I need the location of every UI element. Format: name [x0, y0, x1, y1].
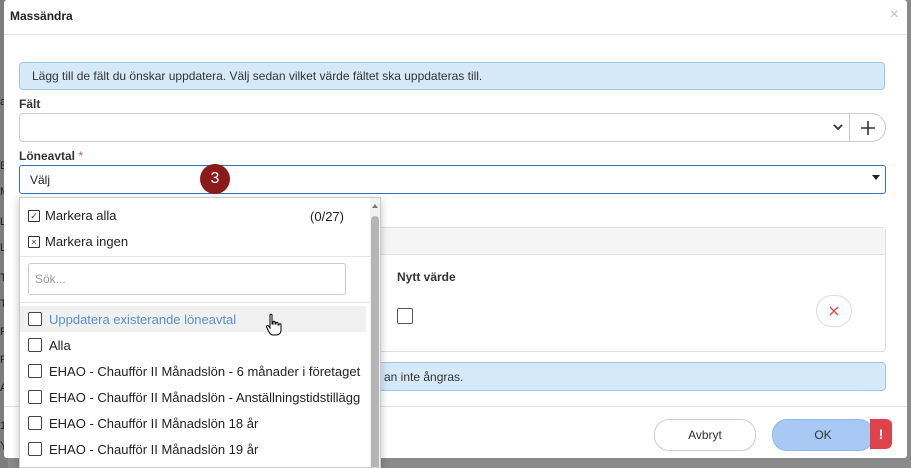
list-item[interactable]: EHAO - Chaufför II Månadslön 18 år — [20, 410, 366, 436]
plus-icon — [860, 120, 875, 135]
loneavtal-label: Löneavtal * — [19, 149, 83, 163]
scroll-thumb[interactable] — [371, 216, 379, 467]
step-badge: 3 — [200, 164, 230, 194]
required-mark: * — [78, 149, 84, 163]
nytt-varde-label: Nytt värde — [397, 270, 456, 284]
checkbox[interactable] — [28, 364, 42, 378]
chevron-down-icon — [833, 120, 843, 134]
checkbox[interactable] — [28, 312, 42, 326]
checkbox[interactable] — [28, 416, 42, 430]
add-field-button[interactable] — [849, 113, 886, 142]
x-square-icon: × — [28, 235, 40, 248]
option-label: Alla — [49, 337, 71, 353]
info-text: Lägg till de fält du önskar uppdatera. V… — [32, 69, 483, 83]
checkbox[interactable] — [28, 442, 42, 456]
cancel-button[interactable]: Avbryt — [654, 419, 756, 451]
warning-text: an inte ångras. — [384, 370, 464, 384]
nytt-varde-checkbox[interactable] — [397, 308, 413, 324]
list-item[interactable]: EHAO - Chaufför II Månadslön 19 år — [20, 436, 366, 462]
option-label: EHAO - Chaufför II Månadslön - Anställni… — [49, 389, 361, 405]
close-icon — [829, 306, 839, 316]
modal-title: Massändra — [10, 9, 73, 23]
close-icon[interactable]: × — [890, 6, 899, 24]
loneavtal-label-text: Löneavtal — [19, 149, 76, 163]
info-message: Lägg till de fält du önskar uppdatera. V… — [19, 62, 885, 90]
option-label: EHAO - Chaufför II Månadslön - 6 månader… — [49, 363, 361, 379]
search-placeholder: Sök... — [35, 272, 66, 286]
list-item[interactable]: Uppdatera existerande löneavtal — [20, 306, 366, 332]
loneavtal-select[interactable]: Välj — [19, 165, 886, 194]
check-square-icon: ✓ — [28, 209, 40, 222]
select-all-option[interactable]: ✓ Markera alla — [28, 208, 117, 223]
select-none-option[interactable]: × Markera ingen — [28, 234, 128, 249]
falt-select[interactable] — [19, 113, 850, 142]
loneavtal-value: Välj — [30, 173, 51, 187]
dropdown-scrollbar[interactable] — [370, 198, 380, 467]
list-item[interactable]: Alla — [20, 332, 366, 358]
selection-count: (0/27) — [310, 209, 344, 224]
remove-field-button[interactable] — [816, 295, 852, 327]
select-none-label: Markera ingen — [45, 234, 129, 249]
option-label: Uppdatera existerande löneavtal — [49, 311, 237, 327]
pointer-hand-icon — [265, 313, 283, 340]
caret-down-icon — [872, 175, 880, 180]
option-label: EHAO - Chaufför II Månadslön 19 år — [49, 441, 259, 457]
option-label: EHAO - Chaufför II Månadslön 18 år — [49, 415, 259, 431]
falt-label: Fält — [19, 97, 41, 111]
scroll-up-icon[interactable] — [372, 204, 378, 208]
list-item[interactable]: EHAO - Chaufför II Månadslön - Anställni… — [20, 384, 366, 410]
ok-button[interactable]: OK — [772, 419, 874, 451]
select-all-label: Markera alla — [45, 208, 117, 223]
checkbox[interactable] — [28, 338, 42, 352]
alert-icon: ! — [870, 419, 892, 449]
loneavtal-dropdown: ✓ Markera alla (0/27) × Markera ingen Sö… — [19, 197, 381, 468]
dropdown-search-input[interactable]: Sök... — [28, 263, 346, 295]
checkbox[interactable] — [28, 390, 42, 404]
divider — [20, 302, 370, 303]
divider — [20, 256, 370, 257]
modal-header: Massändra × — [4, 0, 907, 35]
list-item[interactable]: EHAO - Chaufför II Månadslön - 6 månader… — [20, 358, 366, 384]
